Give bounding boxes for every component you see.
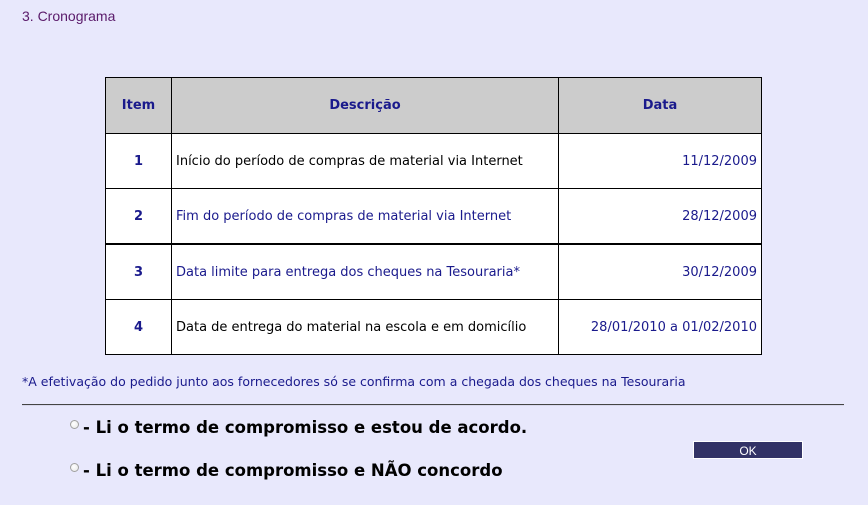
- column-header-date: Data: [558, 77, 762, 134]
- row-description: Data de entrega do material na escola e …: [171, 299, 559, 355]
- ok-button[interactable]: OK: [693, 441, 803, 459]
- row-date: 28/01/2010 a 01/02/2010: [558, 299, 762, 355]
- section-title: 3. Cronograma: [22, 8, 116, 24]
- row-item-number: 2: [105, 188, 172, 245]
- table-row: 3 Data limite para entrega dos cheques n…: [105, 243, 762, 300]
- disagree-radio[interactable]: [70, 463, 79, 472]
- row-description: Início do período de compras de material…: [171, 133, 559, 189]
- table-row: 2 Fim do período de compras de material …: [105, 188, 762, 245]
- column-header-description: Descrição: [171, 77, 559, 134]
- agree-radio[interactable]: [70, 420, 79, 429]
- row-description: Data limite para entrega dos cheques na …: [171, 243, 559, 300]
- disagree-option[interactable]: - Li o termo de compromisso e NÃO concor…: [70, 461, 503, 480]
- divider: [22, 404, 844, 406]
- agree-label: - Li o termo de compromisso e estou de a…: [83, 418, 528, 437]
- row-date: 30/12/2009: [558, 243, 762, 300]
- schedule-table: Item Descrição Data 1 Início do período …: [105, 77, 762, 355]
- footnote: *A efetivação do pedido junto aos fornec…: [22, 374, 686, 389]
- row-item-number: 1: [105, 133, 172, 189]
- row-date: 28/12/2009: [558, 188, 762, 245]
- row-date: 11/12/2009: [558, 133, 762, 189]
- agree-option[interactable]: - Li o termo de compromisso e estou de a…: [70, 418, 527, 437]
- row-item-number: 4: [105, 299, 172, 355]
- row-item-number: 3: [105, 243, 172, 300]
- column-header-item: Item: [105, 77, 172, 134]
- disagree-label: - Li o termo de compromisso e NÃO concor…: [83, 461, 503, 480]
- table-row: 4 Data de entrega do material na escola …: [105, 299, 762, 355]
- table-header-row: Item Descrição Data: [105, 77, 762, 134]
- row-description: Fim do período de compras de material vi…: [171, 188, 559, 245]
- table-row: 1 Início do período de compras de materi…: [105, 133, 762, 189]
